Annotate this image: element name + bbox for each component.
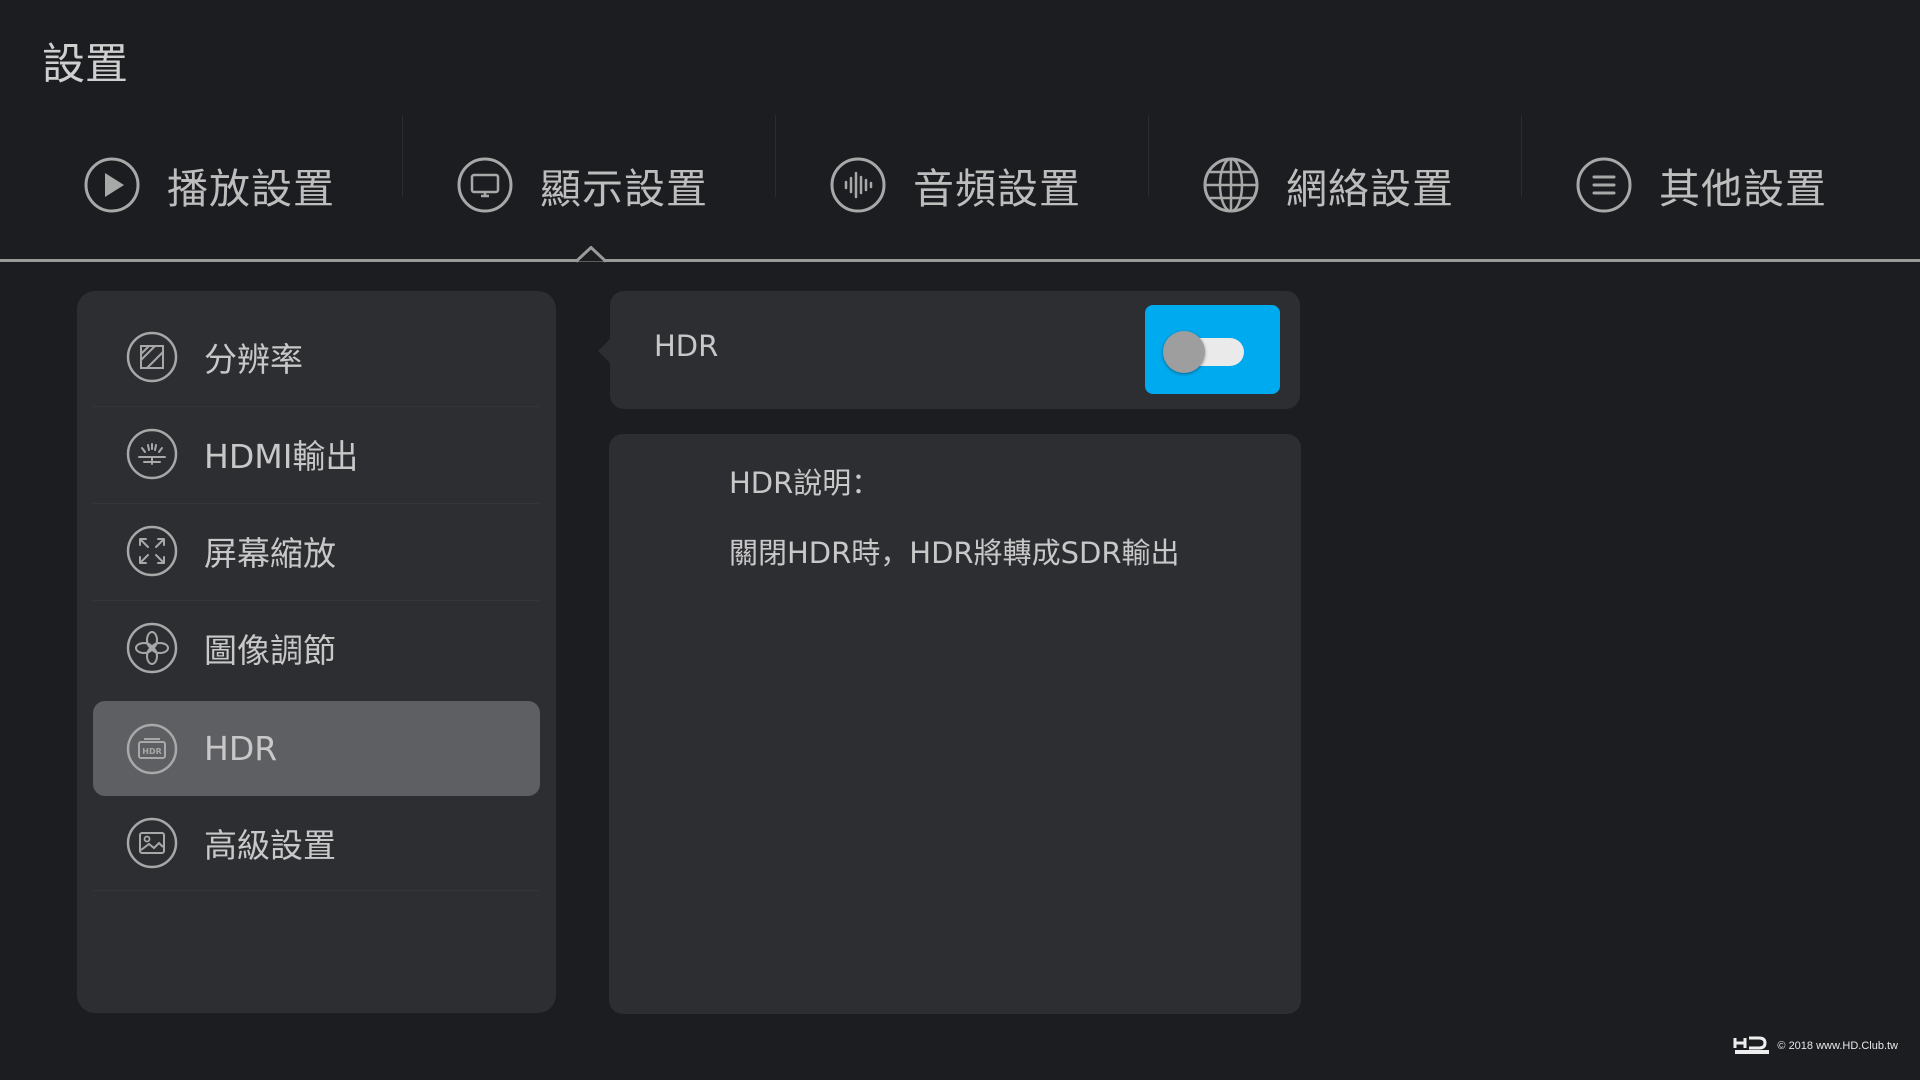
svg-text:HDR: HDR [142, 747, 162, 756]
sidebar-item-image-adjust[interactable]: 圖像調節 [93, 600, 540, 695]
toggle-knob [1163, 331, 1205, 373]
tab-other-settings[interactable]: 其他設置 [1492, 115, 1865, 255]
selected-tab-indicator [576, 246, 606, 263]
monitor-icon [457, 157, 513, 213]
sidebar-item-label: HDR [204, 729, 278, 768]
hd-club-logo [1733, 1036, 1771, 1056]
watermark: © 2018 www.HD.Club.tw [1733, 1036, 1898, 1056]
audio-wave-icon [830, 157, 886, 213]
sidebar-item-screen-zoom[interactable]: 屏幕縮放 [93, 503, 540, 598]
menu-lines-icon [1576, 157, 1632, 213]
hdr-setting-label: HDR [654, 329, 719, 363]
globe-icon [1203, 157, 1259, 213]
hdmi-output-icon [126, 428, 178, 480]
sidebar-item-label: 圖像調節 [204, 630, 336, 670]
hdr-setting-row[interactable]: HDR [598, 291, 1300, 409]
tab-label: 音頻設置 [913, 165, 1081, 213]
tab-playback-settings[interactable]: 播放設置 [0, 115, 373, 255]
description-text: 關閉HDR時，HDR將轉成SDR輸出 [729, 536, 1180, 570]
hdr-icon: HDR [126, 723, 178, 775]
description-title: HDR說明： [729, 466, 881, 500]
tab-network-settings[interactable]: 網絡設置 [1119, 115, 1492, 255]
play-icon [84, 157, 140, 213]
advanced-image-icon [126, 817, 178, 869]
sidebar-menu: 分辨率 HDMI輸出 屏幕縮放 圖像調節 HDR HDR 高級設置 [77, 291, 556, 1013]
copyright-text: © 2018 www.HD.Club.tw [1777, 1040, 1898, 1052]
sidebar-item-label: 分辨率 [204, 339, 303, 379]
focus-pointer [598, 339, 610, 363]
divider [93, 890, 540, 891]
sidebar-item-label: 屏幕縮放 [204, 533, 336, 573]
tab-label: 播放設置 [167, 165, 335, 213]
top-tab-bar: 播放設置 顯示設置 音頻設置 網絡設置 其他設置 [0, 115, 1920, 255]
tab-audio-settings[interactable]: 音頻設置 [746, 115, 1119, 255]
tab-label: 顯示設置 [540, 165, 708, 213]
sidebar-item-advanced-settings[interactable]: 高級設置 [93, 795, 540, 890]
tab-underline [0, 259, 1920, 262]
tab-label: 網絡設置 [1286, 165, 1454, 213]
tab-display-settings[interactable]: 顯示設置 [373, 115, 746, 255]
sidebar-item-hdmi-output[interactable]: HDMI輸出 [93, 406, 540, 501]
resolution-icon [126, 331, 178, 383]
sidebar-item-label: HDMI輸出 [204, 436, 359, 476]
page-title: 設置 [42, 40, 128, 90]
image-adjust-icon [126, 622, 178, 674]
hdr-description-panel: HDR說明： 關閉HDR時，HDR將轉成SDR輸出 [609, 434, 1301, 1014]
hdr-toggle[interactable] [1145, 305, 1280, 394]
sidebar-item-resolution[interactable]: 分辨率 [93, 309, 540, 404]
sidebar-item-hdr[interactable]: HDR HDR [93, 701, 540, 796]
sidebar-item-label: 高級設置 [204, 825, 336, 865]
screen-zoom-icon [126, 525, 178, 577]
tab-label: 其他設置 [1659, 165, 1827, 213]
